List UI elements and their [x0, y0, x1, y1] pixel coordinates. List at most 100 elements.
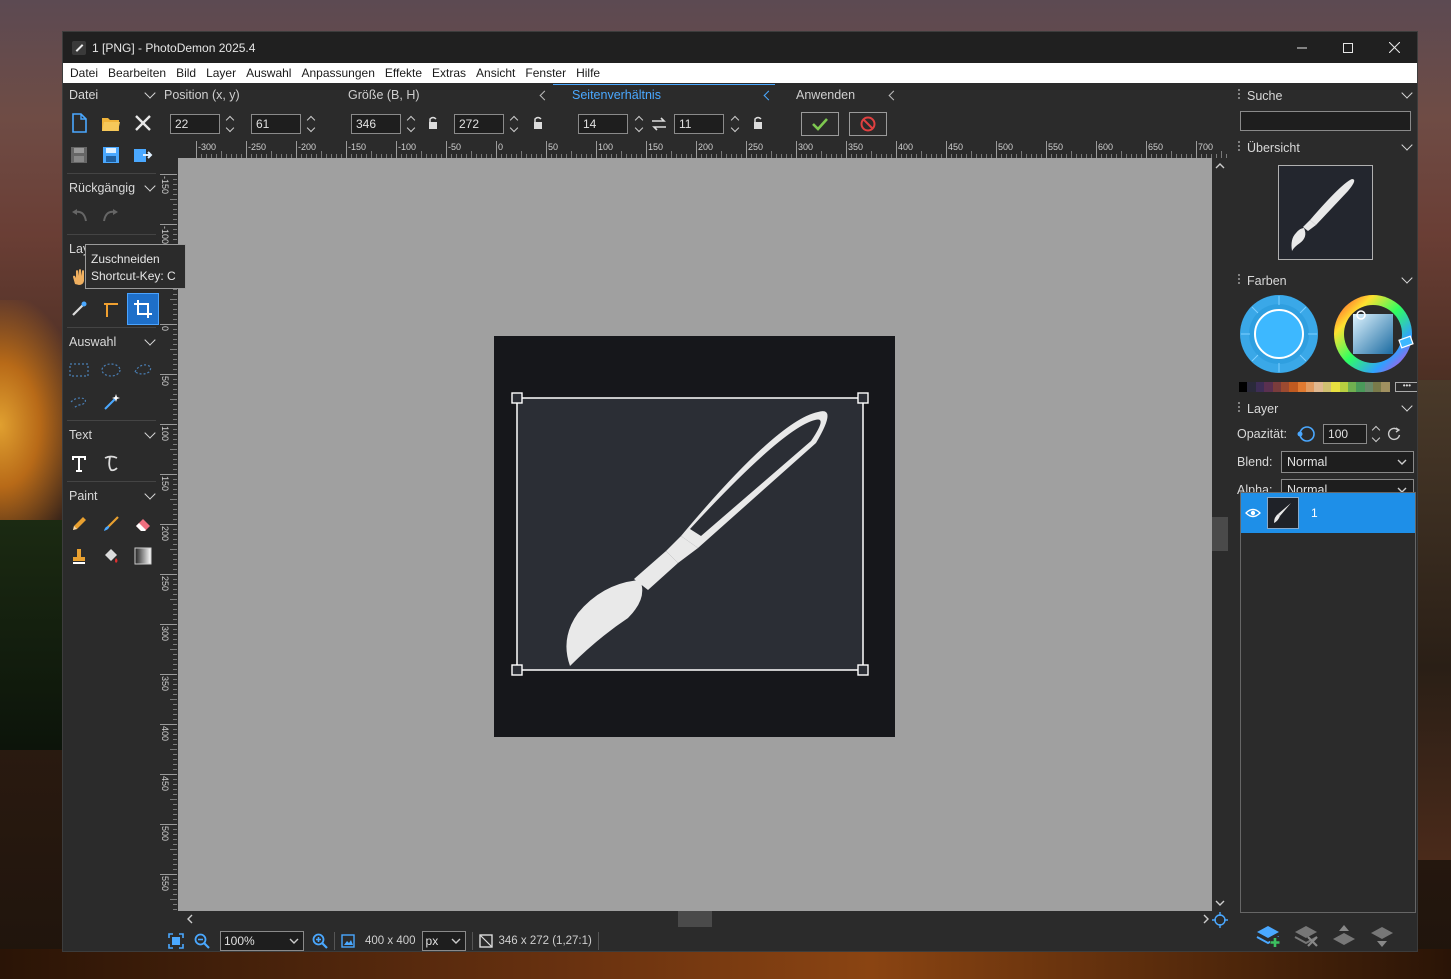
crop-handle-top-right[interactable]	[857, 392, 869, 404]
save-as-button[interactable]	[95, 139, 127, 171]
ellipse-select-button[interactable]	[95, 354, 127, 386]
visibility-eye-icon[interactable]	[1245, 507, 1261, 519]
chevron-up-icon[interactable]	[1212, 160, 1228, 172]
blend-select[interactable]: Normal	[1281, 451, 1414, 473]
eyedropper-tool-button[interactable]	[63, 293, 95, 325]
position-x-spinner[interactable]	[225, 113, 235, 135]
grip-icon[interactable]	[1237, 139, 1241, 152]
apply-crop-button[interactable]	[801, 112, 839, 136]
lasso-select-button[interactable]	[127, 354, 159, 386]
open-file-button[interactable]	[95, 107, 127, 139]
unit-select[interactable]: px	[421, 930, 466, 951]
close-file-button[interactable]	[127, 107, 159, 139]
opacity-spinner[interactable]	[1371, 423, 1381, 445]
menu-bild[interactable]: Bild	[171, 63, 201, 83]
palette-swatch[interactable]	[1255, 382, 1265, 392]
section-text[interactable]: Text	[63, 423, 160, 447]
layer-panel-header[interactable]: Layer	[1231, 396, 1417, 420]
zoom-out-icon[interactable]	[194, 933, 210, 949]
palette-swatch[interactable]	[1373, 382, 1382, 392]
horizontal-scrollbar[interactable]	[178, 911, 1212, 927]
palette-swatch[interactable]	[1264, 382, 1273, 392]
colors-panel-header[interactable]: Farben	[1231, 268, 1417, 292]
menu-datei[interactable]: Datei	[65, 63, 103, 83]
palette-swatch[interactable]	[1322, 382, 1332, 392]
chevron-left-icon[interactable]	[184, 911, 196, 927]
rect-select-button[interactable]	[63, 354, 95, 386]
menu-effekte[interactable]: Effekte	[380, 63, 427, 83]
size-width-input[interactable]: 346	[351, 114, 401, 134]
palette-more-button[interactable]: •••	[1394, 382, 1417, 392]
cancel-crop-button[interactable]	[849, 112, 887, 136]
fit-window-icon[interactable]	[168, 932, 184, 949]
size-width-spinner[interactable]	[406, 113, 416, 135]
menu-auswahl[interactable]: Auswahl	[241, 63, 296, 83]
overview-thumbnail[interactable]	[1277, 165, 1373, 260]
typography-tool-button[interactable]	[95, 447, 127, 479]
lock-icon[interactable]	[753, 116, 763, 130]
aspect-height-spinner[interactable]	[730, 113, 740, 135]
aspect-height-input[interactable]: 11	[674, 114, 724, 134]
chevron-right-icon[interactable]	[1200, 911, 1212, 927]
palette-swatch[interactable]	[1314, 382, 1323, 392]
menu-ansicht[interactable]: Ansicht	[471, 63, 520, 83]
menu-layer[interactable]: Layer	[201, 63, 241, 83]
vertical-scroll-thumb[interactable]	[1212, 517, 1228, 551]
position-x-input[interactable]: 22	[170, 114, 220, 134]
search-panel-header[interactable]: Suche	[1231, 83, 1417, 107]
reset-icon[interactable]	[1387, 427, 1401, 441]
new-file-button[interactable]	[63, 107, 95, 139]
chevron-left-icon[interactable]	[763, 90, 774, 101]
search-input[interactable]	[1240, 111, 1411, 131]
crop-handle-top-left[interactable]	[511, 392, 523, 404]
palette-swatch[interactable]	[1239, 382, 1248, 392]
menu-extras[interactable]: Extras	[427, 63, 471, 83]
aspect-ratio-tab[interactable]: Seitenverhältnis	[572, 88, 661, 102]
aspect-width-input[interactable]: 14	[578, 114, 628, 134]
palette-swatch[interactable]	[1306, 382, 1315, 392]
text-tool-button[interactable]	[63, 447, 95, 479]
maximize-button[interactable]	[1325, 32, 1371, 63]
polygon-lasso-button[interactable]	[63, 386, 95, 418]
pencil-tool-button[interactable]	[63, 508, 95, 540]
crop-tool-button[interactable]	[127, 293, 159, 325]
position-y-spinner[interactable]	[306, 113, 316, 135]
crop-handle-bottom-right[interactable]	[857, 664, 869, 676]
palette-swatch[interactable]	[1381, 382, 1390, 392]
lock-icon[interactable]	[533, 116, 543, 130]
undo-button[interactable]	[63, 200, 95, 232]
eraser-tool-button[interactable]	[127, 508, 159, 540]
save-button[interactable]	[63, 139, 95, 171]
redo-button[interactable]	[95, 200, 127, 232]
menu-hilfe[interactable]: Hilfe	[571, 63, 605, 83]
section-file[interactable]: Datei	[63, 83, 160, 107]
palette-swatch[interactable]	[1247, 382, 1256, 392]
palette-swatch[interactable]	[1331, 382, 1340, 392]
chevron-down-icon[interactable]	[1212, 897, 1228, 909]
close-button[interactable]	[1371, 32, 1417, 63]
image-canvas[interactable]	[178, 158, 1212, 911]
color-wheel[interactable]	[1331, 294, 1415, 374]
clone-stamp-button[interactable]	[63, 540, 95, 572]
palette-swatch[interactable]	[1280, 382, 1290, 392]
move-layer-up-icon[interactable]	[1331, 924, 1357, 948]
section-paint[interactable]: Paint	[63, 484, 160, 508]
grip-icon[interactable]	[1237, 87, 1241, 100]
menu-fenster[interactable]: Fenster	[520, 63, 571, 83]
measure-tool-button[interactable]	[95, 293, 127, 325]
fill-tool-button[interactable]	[95, 540, 127, 572]
size-height-spinner[interactable]	[509, 113, 519, 135]
chevron-left-icon[interactable]	[888, 90, 899, 101]
move-layer-down-icon[interactable]	[1369, 924, 1395, 948]
gradient-tool-button[interactable]	[127, 540, 159, 572]
zoom-in-icon[interactable]	[312, 933, 328, 949]
color-palette[interactable]: •••	[1239, 382, 1417, 392]
opacity-dial-icon[interactable]	[1295, 425, 1317, 443]
palette-swatch[interactable]	[1297, 382, 1306, 392]
minimize-button[interactable]	[1279, 32, 1325, 63]
section-undo[interactable]: Rückgängig	[63, 176, 160, 200]
layer-item[interactable]: 1	[1241, 493, 1415, 533]
magic-wand-button[interactable]	[95, 386, 127, 418]
opacity-input[interactable]: 100	[1323, 424, 1368, 444]
palette-swatch[interactable]	[1347, 382, 1357, 392]
